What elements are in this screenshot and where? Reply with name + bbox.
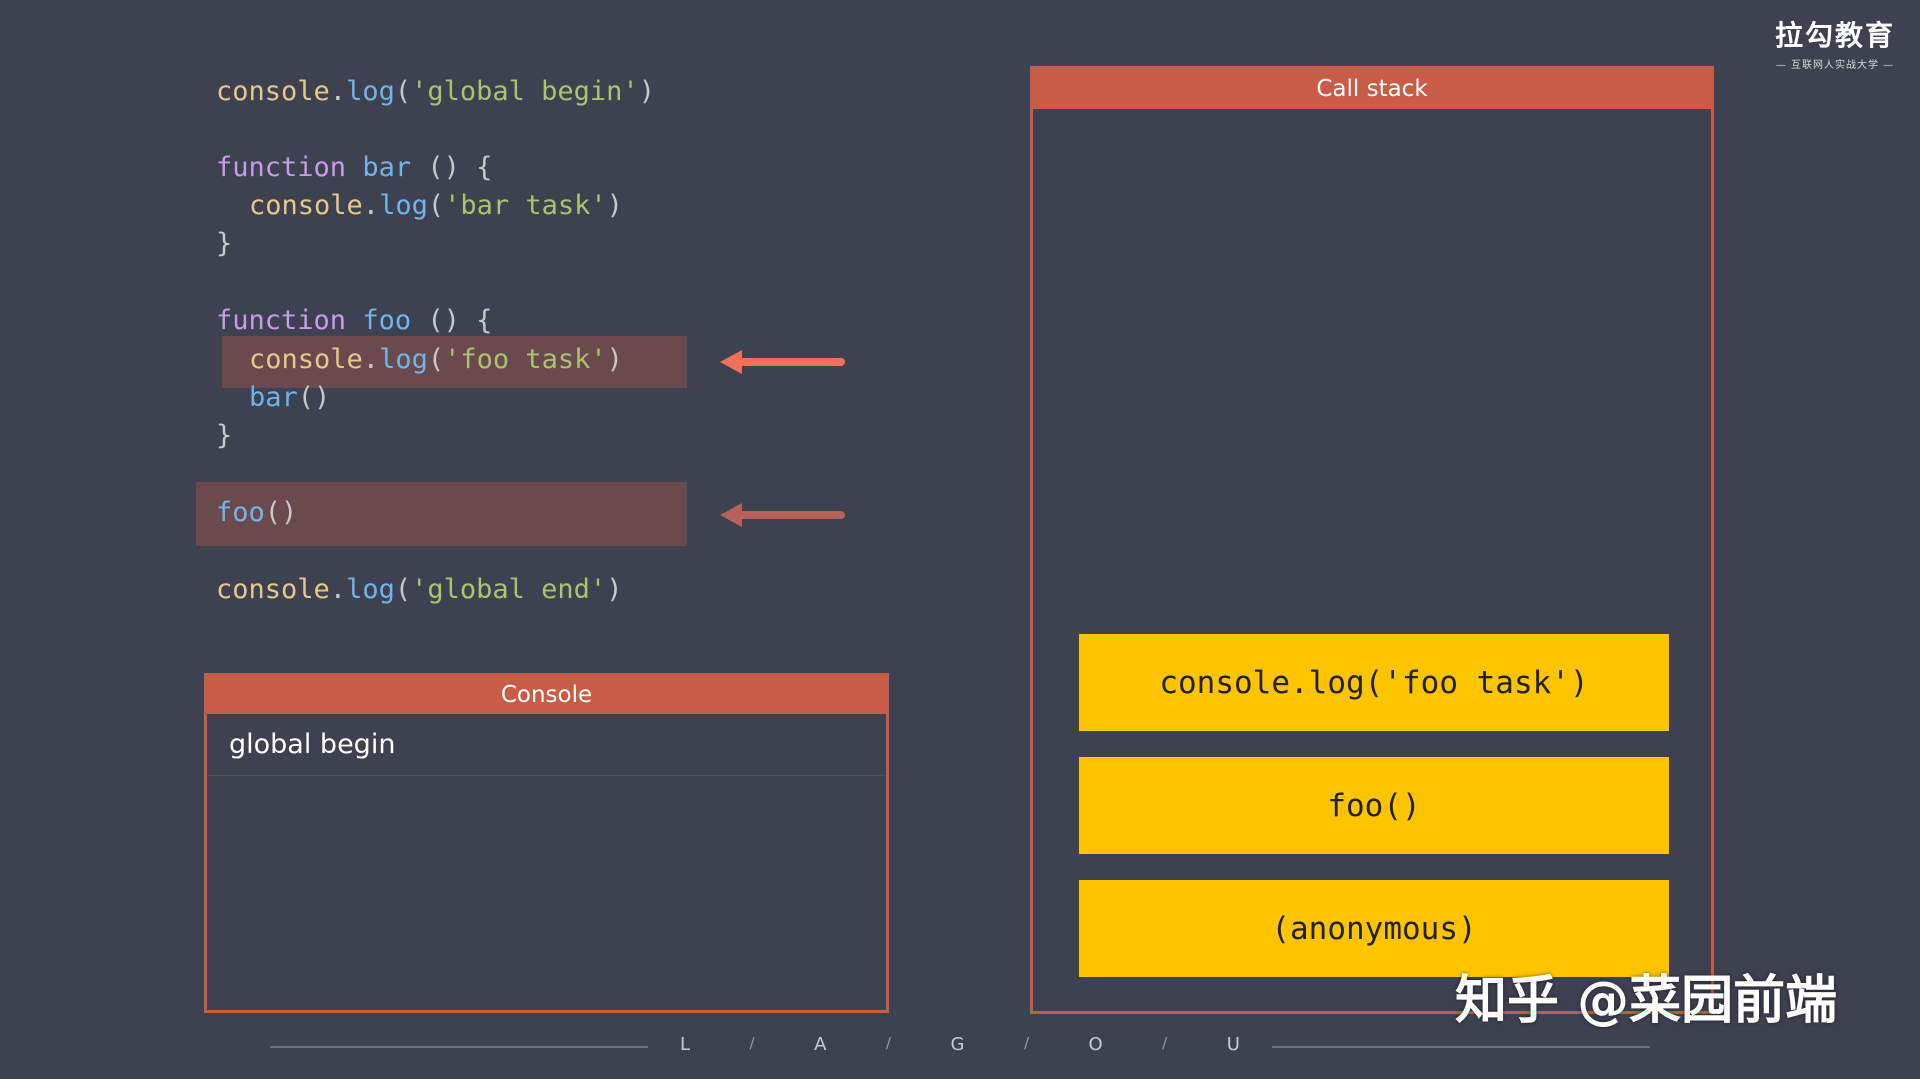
code-line-1: console.log('global begin') <box>216 73 655 111</box>
console-panel: Console global begin <box>204 673 889 1013</box>
code-line-3: console.log('bar task') <box>249 187 623 225</box>
code-line-7: bar() <box>249 379 330 417</box>
code-token: console <box>249 190 363 221</box>
footer-separator: / <box>1162 1034 1168 1052</box>
code-token: ) <box>606 190 623 221</box>
arrow-head-icon <box>720 350 742 374</box>
code-line-10: console.log('global end') <box>216 571 622 609</box>
caller-line-arrow-icon <box>720 503 845 527</box>
code-token: console <box>249 344 363 375</box>
stack-frame-middle: foo() <box>1079 757 1669 854</box>
footer-letter: G <box>950 1034 965 1055</box>
code-token: ( <box>427 190 445 221</box>
footer-letter: L <box>680 1034 691 1055</box>
call-stack-panel: Call stack <box>1030 66 1714 1014</box>
code-line-4: } <box>216 228 233 259</box>
footer-letter: A <box>814 1034 827 1055</box>
code-token: . <box>329 76 347 107</box>
code-token: 'global begin' <box>411 76 639 107</box>
footer-separator: / <box>749 1034 755 1052</box>
code-token: function <box>216 305 347 336</box>
code-token: . <box>362 344 380 375</box>
code-token: ) <box>606 574 623 605</box>
console-output-line: global begin <box>207 714 886 776</box>
code-token: console <box>216 574 330 605</box>
code-token: () { <box>411 305 493 336</box>
code-token: log <box>346 574 395 605</box>
footer-separator: / <box>885 1034 891 1052</box>
code-token: foo <box>362 305 412 336</box>
code-token: log <box>379 190 428 221</box>
call-stack-title: Call stack <box>1033 69 1711 109</box>
brand-logo-tagline: — 互联网人实战大学 — <box>1775 60 1895 71</box>
code-token: console <box>216 76 330 107</box>
code-token: bar <box>249 382 298 413</box>
code-token: ) <box>638 76 655 107</box>
console-panel-title: Console <box>207 676 886 714</box>
code-line-8: } <box>216 420 233 451</box>
code-token: ( <box>394 76 412 107</box>
code-token: 'foo task' <box>444 344 607 375</box>
code-token: ( <box>394 574 412 605</box>
code-token: ) <box>606 344 623 375</box>
code-token: log <box>346 76 395 107</box>
code-token: log <box>379 344 428 375</box>
code-line-2: function bar () { <box>216 149 492 187</box>
code-line-9: foo() <box>216 494 297 532</box>
brand-logo: 拉勾教育 — 互联网人实战大学 — <box>1770 14 1900 71</box>
footer-letter: O <box>1088 1034 1103 1055</box>
code-token: 'global end' <box>411 574 607 605</box>
code-token: () { <box>411 152 493 183</box>
footer-separator: / <box>1023 1034 1029 1052</box>
stack-frame-top: console.log('foo task') <box>1079 634 1669 731</box>
current-line-arrow-icon <box>720 350 845 374</box>
code-token: 'bar task' <box>444 190 607 221</box>
footer-rule-left <box>270 1046 648 1048</box>
code-line-5: function foo () { <box>216 302 492 340</box>
code-token: ( <box>427 344 445 375</box>
zhihu-watermark: 知乎 @菜园前端 <box>1455 971 1838 1031</box>
code-token: function <box>216 152 347 183</box>
code-line-6: console.log('foo task') <box>249 341 623 379</box>
footer-letter: U <box>1226 1034 1240 1055</box>
footer-rule-right <box>1272 1046 1650 1048</box>
code-token: . <box>329 574 347 605</box>
footer-brand-letters: L / A / G / O / U <box>680 1034 1240 1055</box>
code-token: bar <box>362 152 412 183</box>
code-token: . <box>362 190 380 221</box>
code-token: foo <box>216 497 265 528</box>
brand-logo-name: 拉勾教育 <box>1774 19 1895 52</box>
code-token: () <box>297 382 331 413</box>
code-token: () <box>264 497 298 528</box>
arrow-head-icon <box>720 503 742 527</box>
